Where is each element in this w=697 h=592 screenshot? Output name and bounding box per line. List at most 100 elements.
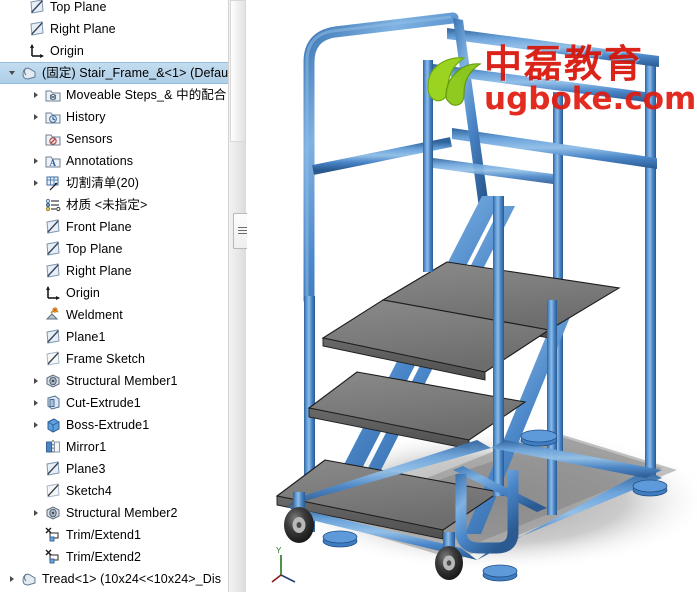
tree-item[interactable]: 材质 <未指定>: [0, 194, 228, 216]
tree-vertical-scrollbar[interactable]: [228, 0, 247, 592]
component-icon: [20, 570, 38, 588]
sketch-icon: [44, 482, 62, 500]
tree-item[interactable]: Right Plane: [0, 18, 228, 40]
tree-twisty-spacer: [30, 128, 44, 150]
chevron-right-icon[interactable]: [30, 370, 44, 392]
chevron-right-icon[interactable]: [30, 414, 44, 436]
tree-item-label: Sketch4: [66, 484, 112, 498]
tree-item[interactable]: History: [0, 106, 228, 128]
tree-item-label: Boss-Extrude1: [66, 418, 150, 432]
cut-extrude-icon: [44, 394, 62, 412]
tree-item-label: Tread<1> (10x24<<10x24>_Dis: [42, 572, 222, 586]
tree-item[interactable]: Plane1: [0, 326, 228, 348]
chevron-right-icon[interactable]: [30, 150, 44, 172]
tree-item[interactable]: Origin: [0, 40, 228, 62]
tree-item-label: Front Plane: [66, 220, 132, 234]
tree-item[interactable]: Mirror1: [0, 436, 228, 458]
origin-icon: [28, 42, 46, 60]
tree-item[interactable]: Cut-Extrude1: [0, 392, 228, 414]
tree-item-label: Trim/Extend1: [66, 528, 142, 542]
tree-item[interactable]: Front Plane: [0, 216, 228, 238]
leveling-foot: [482, 564, 518, 582]
mirror-icon: [44, 438, 62, 456]
tree-item-label: History: [66, 110, 106, 124]
tree-item[interactable]: Top Plane: [0, 238, 228, 260]
tree-item[interactable]: 切割清单(20): [0, 172, 228, 194]
plane-icon: [44, 262, 62, 280]
stair-platform-model[interactable]: [247, 0, 697, 592]
tree-twisty-spacer: [30, 194, 44, 216]
trim-extend-icon: [44, 548, 62, 566]
tree-item-label: Right Plane: [50, 22, 116, 36]
leveling-foot: [632, 479, 668, 497]
tree-item[interactable]: Trim/Extend2: [0, 546, 228, 568]
tree-item-label: (固定) Stair_Frame_&<1> (Defau: [42, 66, 228, 80]
chevron-right-icon[interactable]: [30, 84, 44, 106]
plane-icon: [44, 240, 62, 258]
tree-item[interactable]: Sensors: [0, 128, 228, 150]
tree-item[interactable]: Weldment: [0, 304, 228, 326]
tree-twisty-spacer: [14, 18, 28, 40]
tree-item-label: Weldment: [66, 308, 123, 322]
tree-item[interactable]: A Annotations: [0, 150, 228, 172]
tree-item[interactable]: Structural Member2: [0, 502, 228, 524]
coordinate-triad: Y: [271, 545, 307, 585]
tree-item-label: Trim/Extend2: [66, 550, 142, 564]
tree-item[interactable]: (固定) Stair_Frame_&<1> (Defau: [0, 62, 228, 84]
tree-twisty-spacer: [30, 458, 44, 480]
feature-manager-tree[interactable]: Top Plane Right Plane Origin (固定) Stair_Fra…: [0, 0, 228, 592]
tree-twisty-spacer: [14, 0, 28, 18]
tree-item[interactable]: Top Plane: [0, 0, 228, 18]
svg-text:A: A: [50, 158, 57, 168]
chevron-right-icon[interactable]: [30, 106, 44, 128]
plane-icon: [44, 218, 62, 236]
tree-item-label: Top Plane: [66, 242, 123, 256]
tree-item[interactable]: Trim/Extend1: [0, 524, 228, 546]
tree-item[interactable]: Tread<1> (10x24<<10x24>_Dis: [0, 568, 228, 590]
leveling-foot: [322, 530, 358, 548]
tree-item[interactable]: Right Plane: [0, 260, 228, 282]
solidworks-window: Top Plane Right Plane Origin (固定) Stair_Fra…: [0, 0, 697, 592]
chevron-down-icon[interactable]: [6, 62, 20, 84]
tree-item[interactable]: Origin: [0, 282, 228, 304]
splitter-grip-icon: [237, 227, 247, 235]
tree-item[interactable]: Plane3: [0, 458, 228, 480]
tree-twisty-spacer: [30, 282, 44, 304]
chevron-right-icon[interactable]: [30, 172, 44, 194]
tree-item[interactable]: Moveable Steps_& 中的配合: [0, 84, 228, 106]
origin-icon: [44, 284, 62, 302]
leveling-foot: [520, 429, 558, 447]
tree-item-label: 材质 <未指定>: [66, 198, 148, 212]
tree-item-label: Plane1: [66, 330, 106, 344]
weldment-icon: [44, 306, 62, 324]
tree-item[interactable]: Sketch4: [0, 480, 228, 502]
tree-item-label: Mirror1: [66, 440, 107, 454]
scrollbar-thumb[interactable]: [230, 0, 246, 142]
plane-icon: [44, 460, 62, 478]
chevron-right-icon[interactable]: [6, 568, 20, 590]
chevron-right-icon[interactable]: [30, 392, 44, 414]
tree-item[interactable]: Structural Member1: [0, 370, 228, 392]
graphics-viewport[interactable]: 中磊教育 ugboke.com Y: [247, 0, 697, 592]
tree-twisty-spacer: [30, 304, 44, 326]
mates-folder-icon: [44, 86, 62, 104]
top-platform-deck: [321, 261, 621, 381]
tree-item-label: Structural Member2: [66, 506, 178, 520]
tree-item-label: Moveable Steps_& 中的配合: [66, 88, 227, 102]
chevron-right-icon[interactable]: [30, 502, 44, 524]
tree-item-label: Sensors: [66, 132, 113, 146]
tree-item-label: Frame Sketch: [66, 352, 146, 366]
tree-twisty-spacer: [14, 40, 28, 62]
annotations-folder-icon: A: [44, 152, 62, 170]
tree-item-label: Plane3: [66, 462, 106, 476]
tree-item-label: Origin: [50, 44, 84, 58]
tree-twisty-spacer: [30, 326, 44, 348]
tree-twisty-spacer: [30, 546, 44, 568]
tree-item-label: Cut-Extrude1: [66, 396, 141, 410]
tree-twisty-spacer: [30, 436, 44, 458]
tree-item[interactable]: Frame Sketch: [0, 348, 228, 370]
tree-item[interactable]: Boss-Extrude1: [0, 414, 228, 436]
plane-icon: [28, 0, 46, 16]
tree-twisty-spacer: [30, 348, 44, 370]
history-folder-icon: [44, 108, 62, 126]
